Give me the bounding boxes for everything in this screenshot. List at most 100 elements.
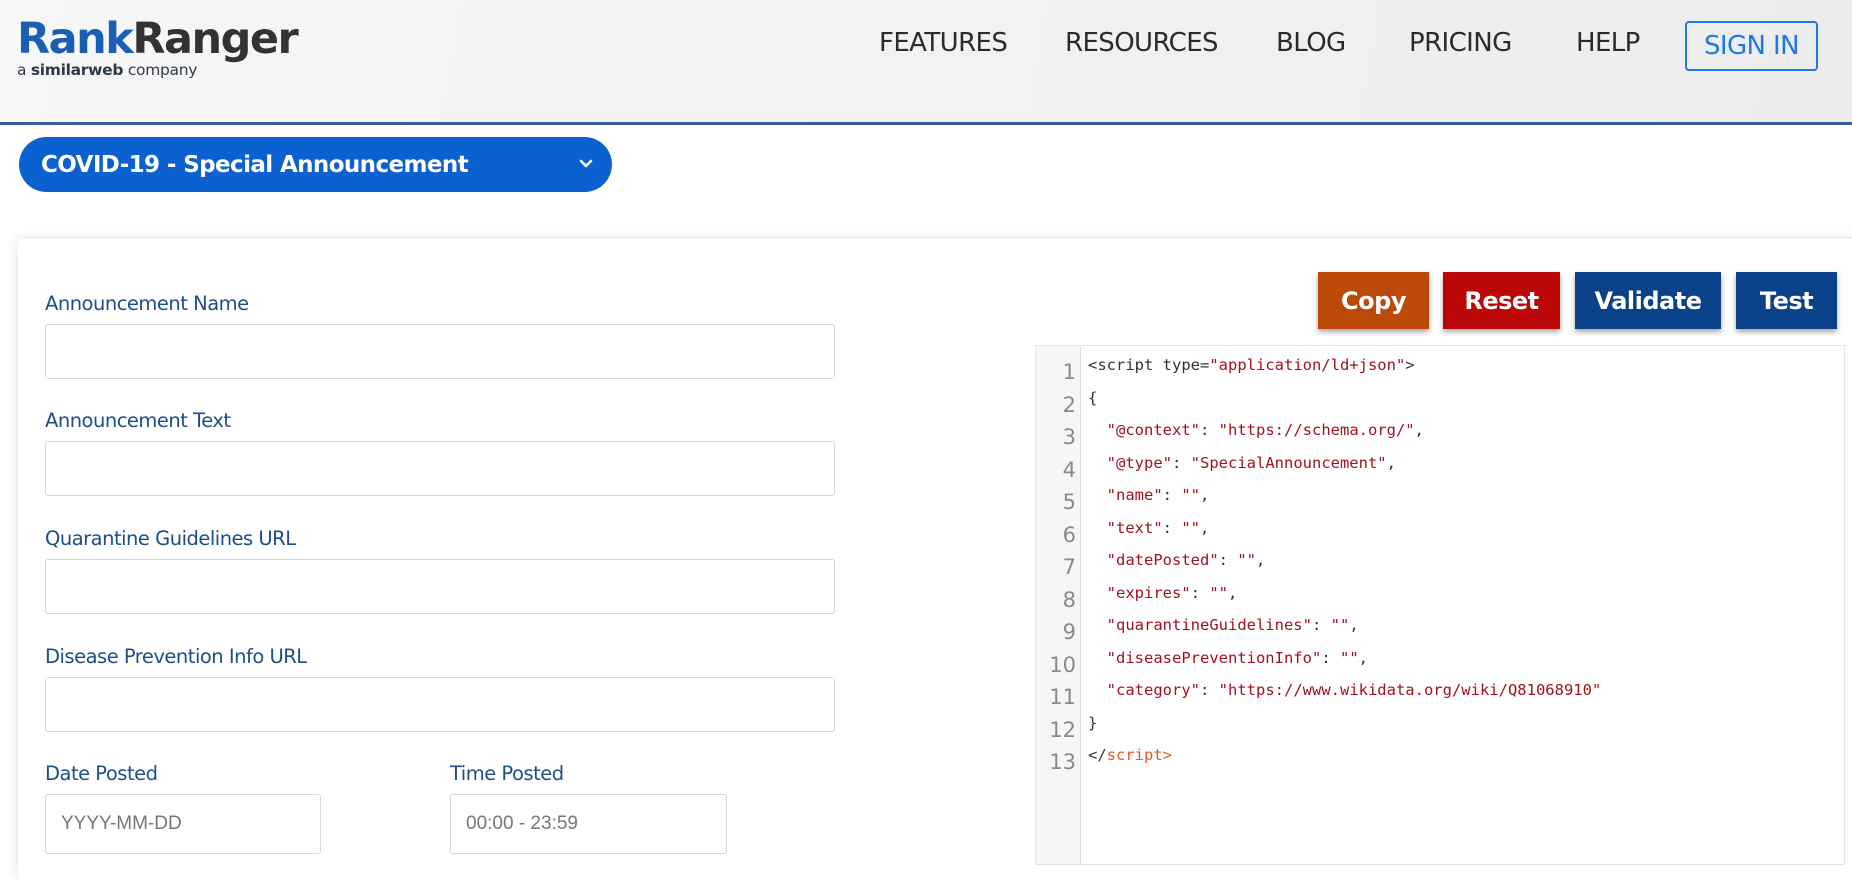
- code-text: "category": "https://www.wikidata.org/wi…: [1088, 681, 1602, 699]
- rankranger-logo[interactable]: RankRanger a similarweb company: [17, 14, 299, 78]
- tagline-prefix: a: [17, 61, 31, 79]
- code-token: script>: [1106, 746, 1172, 764]
- time-posted-input[interactable]: [450, 794, 727, 854]
- code-token: "text": [1106, 518, 1163, 537]
- code-token: <script type=: [1088, 356, 1210, 374]
- line-number: 10: [1049, 652, 1076, 677]
- code-token: "datePosted": [1106, 551, 1219, 569]
- code-text: "datePosted": "",: [1088, 551, 1266, 569]
- code-token: "name": [1106, 486, 1163, 504]
- quarantine-guidelines-url-label: Quarantine Guidelines URL: [45, 527, 296, 550]
- schema-type-dropdown[interactable]: COVID-19 - Special Announcement: [19, 137, 612, 192]
- code-token: "expires": [1106, 583, 1191, 602]
- line-number: 7: [1062, 555, 1076, 579]
- code-text: <script type="application/ld+json">: [1088, 356, 1415, 374]
- code-token: "": [1181, 518, 1201, 537]
- code-token: ,: [1200, 486, 1210, 504]
- line-number: 8: [1062, 587, 1076, 612]
- code-token: ,: [1358, 648, 1368, 667]
- announcement-name-input[interactable]: [45, 324, 835, 379]
- code-line: 9 "quarantineGuidelines": "",: [1036, 616, 1836, 648]
- code-token: :: [1200, 421, 1219, 439]
- date-posted-label: Date Posted: [45, 762, 158, 785]
- sign-in-button[interactable]: SIGN IN: [1685, 21, 1818, 71]
- schema-type-selected: COVID-19 - Special Announcement: [41, 151, 469, 178]
- code-line: 7 "datePosted": "",: [1036, 551, 1836, 583]
- code-token: "": [1237, 551, 1256, 569]
- code-token: "": [1181, 486, 1201, 504]
- date-posted-input[interactable]: [45, 794, 321, 854]
- code-token: "": [1339, 648, 1359, 667]
- announcement-text-input[interactable]: [45, 441, 835, 496]
- code-line: 6 "text": "",: [1036, 519, 1836, 551]
- code-line: 8 "expires": "",: [1036, 584, 1836, 616]
- nav-blog[interactable]: BLOG: [1276, 28, 1346, 58]
- line-number: 2: [1062, 392, 1076, 417]
- code-token: {: [1088, 388, 1098, 407]
- code-token: :: [1162, 518, 1182, 537]
- reset-button[interactable]: Reset: [1443, 272, 1560, 329]
- code-token: "category": [1106, 681, 1200, 699]
- code-token: "@context": [1106, 421, 1200, 439]
- code-token: :: [1311, 616, 1331, 634]
- code-token: :: [1172, 453, 1191, 472]
- line-number: 6: [1062, 522, 1076, 547]
- test-button[interactable]: Test: [1736, 272, 1837, 329]
- code-token: ,: [1256, 551, 1266, 569]
- code-token: "": [1330, 616, 1350, 634]
- line-number: 5: [1062, 490, 1076, 514]
- code-line: 10 "diseasePreventionInfo": "",: [1036, 649, 1836, 681]
- nav-help[interactable]: HELP: [1576, 28, 1640, 58]
- line-number: 13: [1049, 750, 1076, 774]
- disease-prevention-url-input[interactable]: [45, 677, 835, 732]
- code-token: "SpecialAnnouncement": [1190, 453, 1387, 472]
- nav-resources[interactable]: RESOURCES: [1065, 28, 1219, 58]
- code-token: "quarantineGuidelines": [1106, 616, 1312, 634]
- time-posted-label: Time Posted: [450, 762, 564, 785]
- nav-features[interactable]: FEATURES: [879, 28, 1008, 58]
- code-token: "@type": [1106, 453, 1172, 472]
- code-text: "expires": "",: [1088, 583, 1238, 602]
- validate-button[interactable]: Validate: [1575, 272, 1721, 329]
- code-token: </: [1088, 746, 1107, 764]
- code-line: 3 "@context": "https://schema.org/",: [1036, 421, 1836, 453]
- code-text: {: [1088, 389, 1097, 407]
- code-token: :: [1200, 681, 1219, 699]
- code-text: "@context": "https://schema.org/",: [1088, 421, 1424, 439]
- json-ld-code-editor[interactable]: 1 <script type="application/ld+json"> 2{3 …: [1035, 345, 1845, 865]
- code-token: >: [1405, 356, 1415, 374]
- tagline-suffix: company: [123, 61, 198, 79]
- line-number: 3: [1062, 425, 1076, 449]
- line-number: 1: [1062, 360, 1076, 384]
- announcement-name-label: Announcement Name: [45, 292, 249, 315]
- code-line: 1 <script type="application/ld+json">: [1036, 356, 1836, 388]
- code-text: "quarantineGuidelines": "",: [1088, 616, 1359, 634]
- logo-ranger-text: Ranger: [132, 14, 298, 64]
- logo-rank-text: Rank: [17, 14, 134, 64]
- code-text: }: [1088, 714, 1097, 732]
- code-text: "diseasePreventionInfo": "",: [1088, 649, 1368, 667]
- chevron-down-icon: [579, 159, 593, 168]
- code-text: "@type": "SpecialAnnouncement",: [1088, 454, 1396, 472]
- code-line: 12}: [1036, 714, 1836, 746]
- logo-tagline: a similarweb company: [17, 62, 297, 78]
- code-text: "text": "",: [1088, 518, 1210, 537]
- line-number: 4: [1062, 457, 1076, 482]
- code-token: ,: [1200, 518, 1210, 537]
- code-text: </script>: [1088, 746, 1172, 764]
- quarantine-guidelines-url-input[interactable]: [45, 559, 835, 614]
- code-token: "https://schema.org/": [1218, 421, 1415, 439]
- code-line: 13 </script>: [1036, 746, 1836, 778]
- copy-button[interactable]: Copy: [1318, 272, 1429, 329]
- code-token: :: [1190, 583, 1210, 602]
- code-token: ,: [1414, 421, 1424, 439]
- code-line: 2{: [1036, 389, 1836, 421]
- logo-wordmark: RankRanger: [17, 14, 299, 64]
- nav-pricing[interactable]: PRICING: [1409, 28, 1512, 58]
